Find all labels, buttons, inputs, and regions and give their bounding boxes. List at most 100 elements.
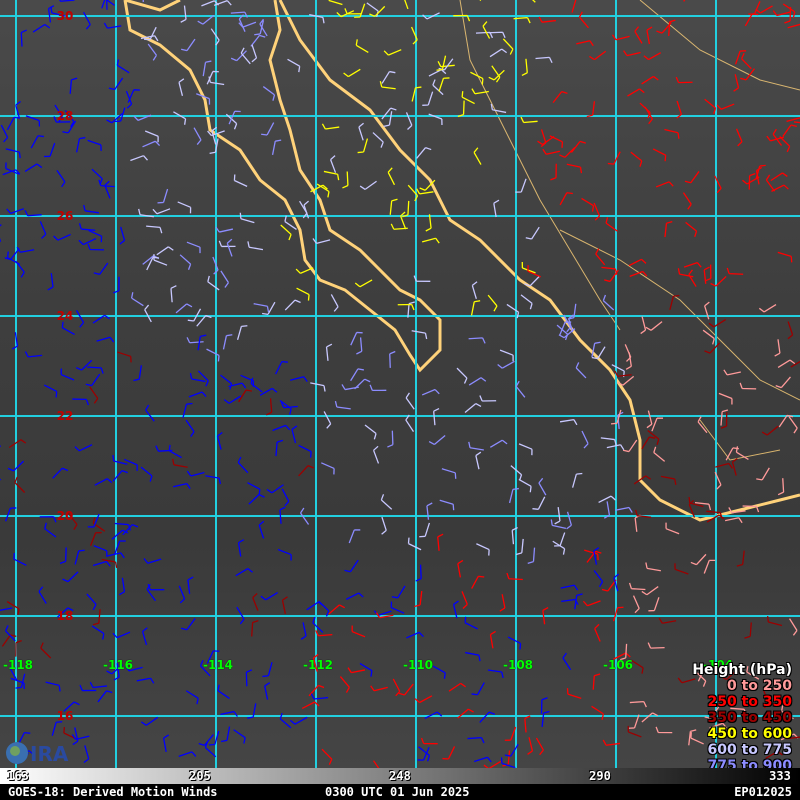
- wind-barb: [43, 384, 58, 398]
- wind-barb: [111, 529, 129, 540]
- wind-barb: [180, 5, 187, 23]
- wind-barb: [6, 251, 21, 265]
- wind-barb: [258, 520, 265, 539]
- wind-barb: [178, 78, 185, 97]
- wind-barb: [153, 254, 168, 266]
- wind-barb: [420, 737, 438, 745]
- wind-barb: [369, 384, 387, 392]
- wind-barb: [330, 294, 339, 312]
- wind-barb: [262, 662, 273, 678]
- wind-barb: [152, 208, 171, 215]
- wind-barb: [295, 267, 314, 274]
- wind-barb: [298, 465, 314, 477]
- wind-barb: [370, 685, 388, 692]
- wind-barb: [372, 132, 384, 148]
- wind-barb: [197, 370, 209, 387]
- wind-barb: [186, 470, 205, 477]
- wind-barb: [774, 339, 781, 357]
- wind-barb: [259, 387, 278, 396]
- wind-barb: [777, 251, 793, 263]
- wind-barb: [83, 204, 100, 214]
- wind-barb: [456, 367, 468, 384]
- wind-barb: [397, 303, 415, 311]
- wind-barb: [310, 382, 326, 392]
- wind-barb: [235, 567, 253, 577]
- wind-barb: [493, 199, 500, 218]
- wind-barb: [682, 192, 692, 210]
- cira-logo: IRA: [6, 742, 69, 766]
- wind-barb: [226, 238, 233, 257]
- wind-barb: [515, 380, 526, 398]
- wind-barb: [581, 430, 589, 449]
- wind-barb: [540, 697, 548, 714]
- wind-barb: [527, 737, 534, 755]
- wind-barb: [142, 140, 161, 148]
- wind-barb: [391, 585, 406, 599]
- wind-barb: [143, 558, 162, 564]
- wind-barb: [202, 60, 212, 77]
- wind-barb: [733, 74, 740, 92]
- wind-barb: [471, 281, 478, 299]
- wind-barb: [744, 622, 752, 639]
- wind-barb: [5, 507, 17, 522]
- wind-barb: [436, 55, 447, 71]
- wind-barb: [389, 198, 398, 215]
- product-title: GOES-18: Derived Motion Winds: [8, 785, 218, 799]
- colorbar-tick: 290: [589, 769, 611, 783]
- wind-barb: [266, 484, 284, 494]
- wind-barb: [271, 139, 282, 156]
- wind-barb: [479, 711, 496, 723]
- wind-barb: [133, 365, 142, 382]
- wind-barb: [334, 400, 351, 410]
- wind-barb: [405, 414, 415, 432]
- wind-barb: [87, 366, 104, 374]
- svg-text:IRA: IRA: [30, 742, 69, 766]
- colorbar-tick: 163: [7, 769, 29, 783]
- wind-barb: [437, 533, 444, 551]
- wind-barb: [355, 39, 369, 54]
- wind-barb: [739, 382, 757, 390]
- wind-barb: [715, 462, 733, 469]
- wind-barb: [634, 514, 641, 532]
- wind-barb: [329, 155, 337, 173]
- wind-barb: [468, 377, 487, 386]
- wind-barb: [90, 532, 102, 547]
- wind-barb: [222, 334, 233, 350]
- wind-barb: [405, 112, 413, 130]
- wind-barb: [240, 47, 251, 65]
- wind-barb: [507, 636, 522, 650]
- wind-barb: [38, 586, 47, 604]
- wind-barb: [589, 50, 607, 61]
- longitude-label: -116: [102, 658, 134, 672]
- wind-barb: [205, 475, 222, 485]
- wind-barb: [364, 424, 377, 440]
- wind-barb: [189, 372, 206, 383]
- wind-barb: [187, 308, 202, 322]
- wind-barb: [630, 151, 643, 167]
- wind-barb: [464, 403, 482, 414]
- wind-barb: [178, 751, 197, 757]
- wind-barb: [482, 21, 491, 39]
- wind-barb: [260, 591, 278, 601]
- wind-barb: [264, 682, 271, 700]
- wind-barb: [532, 496, 546, 510]
- wind-barb: [179, 254, 192, 270]
- wind-barb: [186, 337, 204, 344]
- wind-barb: [628, 258, 647, 267]
- wind-barb: [506, 572, 523, 581]
- wind-barb: [489, 630, 496, 649]
- wind-barb: [787, 321, 794, 340]
- longitude-label: -114: [202, 658, 234, 672]
- wind-barb: [372, 760, 380, 768]
- wind-barb: [188, 391, 207, 398]
- latitude-label: 22: [56, 409, 74, 423]
- wind-barb: [300, 622, 307, 640]
- wind-barb: [312, 616, 324, 633]
- wind-barb: [665, 522, 680, 535]
- wind-barb: [341, 384, 359, 391]
- wind-barb: [761, 425, 779, 436]
- colorbar-tick: 248: [389, 769, 411, 783]
- wind-barb: [221, 726, 231, 743]
- wind-barb: [438, 77, 450, 92]
- wind-barb: [655, 181, 674, 188]
